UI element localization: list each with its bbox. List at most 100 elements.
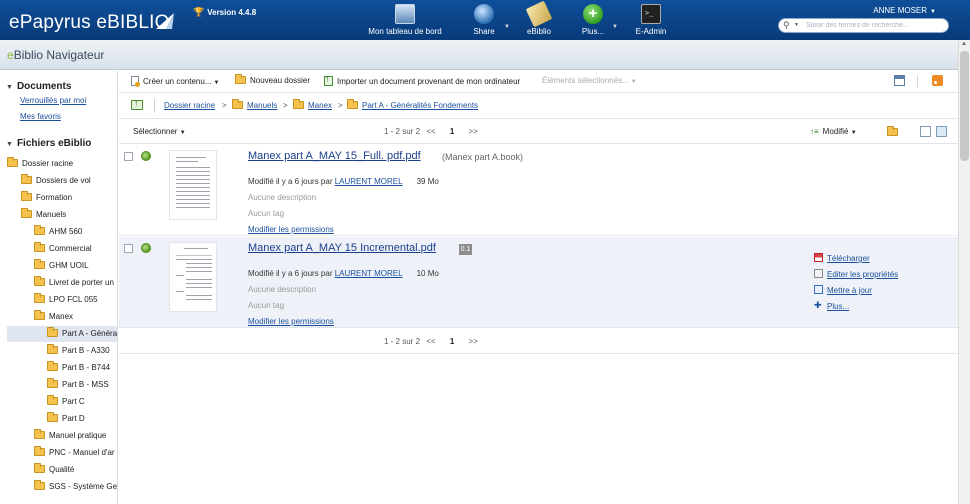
tree-item-part-a-selected[interactable]: Part A - Généra (7, 326, 117, 342)
update-action[interactable]: Mettre à jour (814, 285, 898, 301)
pagination-current[interactable]: 1 (450, 127, 454, 136)
breadcrumb-item-current[interactable]: Part A - Généralités Fondements (347, 99, 478, 110)
tree-item-dossier-racine[interactable]: Dossier racine (7, 156, 73, 172)
tree-item[interactable]: Part C (47, 394, 85, 410)
rss-icon[interactable] (932, 75, 943, 86)
page-scrollbar[interactable]: ▲ (958, 40, 970, 504)
chevron-down-icon: ▼ (612, 24, 618, 30)
tree-item[interactable]: Formation (21, 190, 72, 206)
tree-item[interactable]: Livret de porter un (34, 275, 114, 291)
folder-icon (34, 446, 45, 456)
tree-label: GHM UOIL (49, 261, 89, 270)
tree-item[interactable]: Part B - MSS (47, 377, 109, 393)
sidebar: ▼ Documents Verrouillés par moi Mes favor… (0, 71, 118, 504)
breadcrumb-label: Manex (308, 101, 333, 110)
tree-item-manex[interactable]: Manex (34, 309, 73, 325)
search-icon[interactable]: ⚲ (783, 20, 790, 31)
breadcrumb-item-manuels[interactable]: Manuels (232, 99, 277, 110)
plus-circle-icon (583, 4, 603, 24)
new-folder-icon (235, 74, 246, 84)
toolbar-divider (917, 75, 918, 88)
tree-item[interactable]: Part B - A330 (47, 343, 110, 359)
tree-item-manuels[interactable]: Manuels (21, 207, 66, 223)
row-checkbox[interactable] (124, 244, 133, 253)
pagination-prev[interactable]: << (426, 337, 435, 346)
row-checkbox[interactable] (124, 152, 133, 161)
tree-item[interactable]: Qualité (34, 462, 74, 478)
select-menu[interactable]: Sélectionner ▼ (133, 127, 186, 136)
user-menu[interactable]: ANNE MOSER ▼ (873, 6, 936, 15)
document-description: Aucune description (248, 285, 317, 294)
pagination-range: 1 - 2 sur 2 (384, 127, 421, 136)
nav-eadmin[interactable]: E-Admin (632, 4, 670, 36)
upload-icon (324, 74, 333, 86)
show-folders-button[interactable] (887, 126, 902, 137)
tree-item[interactable]: AHM 560 (34, 224, 82, 240)
pagination-next[interactable]: >> (469, 337, 478, 346)
breadcrumb-item-root[interactable]: Dossier racine (164, 101, 215, 110)
folder-icon (34, 276, 45, 286)
tree-item[interactable]: SGS - Système Ges (34, 479, 117, 495)
pagination-next[interactable]: >> (469, 127, 478, 136)
edit-permissions-link[interactable]: Modifier les permissions (248, 225, 334, 234)
page-title-prefix: e (7, 48, 14, 62)
folder-open-icon (34, 310, 45, 320)
folder-icon (7, 157, 18, 167)
link-locked-by-me[interactable]: Verrouillés par moi (20, 96, 86, 105)
tree-item[interactable]: LPO FCL 055 (34, 292, 98, 308)
author-link[interactable]: LAURENT MOREL (335, 269, 403, 278)
download-action[interactable]: Télécharger (814, 253, 898, 269)
documents-heading[interactable]: ▼ Documents (6, 81, 71, 92)
document-name-link[interactable]: Manex part A_MAY 15 Incremental.pdf (248, 242, 436, 254)
simple-view-icon[interactable] (920, 126, 931, 137)
document-thumbnail[interactable] (169, 242, 217, 312)
files-heading[interactable]: ▼ Fichiers eBiblio (6, 138, 91, 149)
import-document-button[interactable]: Importer un document provenant de mon or… (324, 74, 520, 86)
nav-plus[interactable]: Plus... ▼ (576, 4, 618, 36)
tree-item[interactable]: Part D (47, 411, 85, 427)
selected-items-menu[interactable]: Éléments sélectionnés... ▼ (542, 76, 637, 85)
pagination-prev[interactable]: << (426, 127, 435, 136)
document-actions: Télécharger Editer les propriétés Mettre… (814, 253, 898, 317)
folder-icon (34, 463, 45, 473)
update-icon (814, 285, 823, 294)
breadcrumb-item-manex[interactable]: Manex (293, 99, 333, 110)
chevron-down-icon[interactable]: ▼ (794, 22, 799, 28)
author-link[interactable]: LAURENT MOREL (335, 177, 403, 186)
app-logo[interactable]: ePapyrus eBIBLIO (9, 12, 170, 34)
parent-folder-icon[interactable] (131, 98, 143, 110)
tree-item[interactable]: Part B - B744 (47, 360, 110, 376)
sort-menu[interactable]: ↑≡ Modifié ▼ (810, 127, 857, 136)
tree-item[interactable]: Commercial (34, 241, 92, 257)
edit-properties-action[interactable]: Editer les propriétés (814, 269, 898, 285)
document-row[interactable]: Manex part A_MAY 15_Full. pdf.pdf (Manex… (119, 145, 958, 236)
new-folder-button[interactable]: Nouveau dossier (235, 74, 310, 85)
nav-ebiblio[interactable]: eBiblio (521, 0, 557, 36)
link-favorites[interactable]: Mes favoris (20, 112, 61, 121)
folder-icon (34, 429, 45, 439)
nav-dashboard[interactable]: Mon tableau de bord (368, 4, 442, 36)
tree-item[interactable]: Manuel pratique (34, 428, 106, 444)
window-icon[interactable] (894, 75, 905, 86)
search-input[interactable] (806, 20, 944, 31)
nav-share[interactable]: Share ▼ (466, 4, 510, 36)
folder-icon (34, 242, 45, 252)
create-content-button[interactable]: Créer un contenu... ▼ (131, 76, 219, 87)
tree-item[interactable]: Dossiers de vol (21, 173, 91, 189)
document-name-link[interactable]: Manex part A_MAY 15_Full. pdf.pdf (248, 150, 421, 162)
edit-permissions-link[interactable]: Modifier les permissions (248, 317, 334, 326)
tree-label: AHM 560 (49, 227, 83, 236)
tree-label: Manuels (36, 210, 67, 219)
detailed-view-icon[interactable] (936, 126, 947, 137)
pagination-current[interactable]: 1 (450, 337, 454, 346)
user-name: ANNE MOSER (873, 6, 928, 15)
scroll-up-icon[interactable]: ▲ (961, 41, 967, 47)
action-label: Télécharger (827, 254, 870, 263)
pagination-range: 1 - 2 sur 2 (384, 337, 421, 346)
tree-item[interactable]: GHM UOIL (34, 258, 89, 274)
tree-item[interactable]: PNC - Manuel d'ar (34, 445, 115, 461)
document-thumbnail[interactable] (169, 150, 217, 220)
scrollbar-thumb[interactable] (960, 51, 969, 161)
document-row[interactable]: Manex part A_MAY 15 Incremental.pdf 0.1 … (119, 237, 958, 328)
more-actions[interactable]: Plus... (814, 300, 898, 317)
